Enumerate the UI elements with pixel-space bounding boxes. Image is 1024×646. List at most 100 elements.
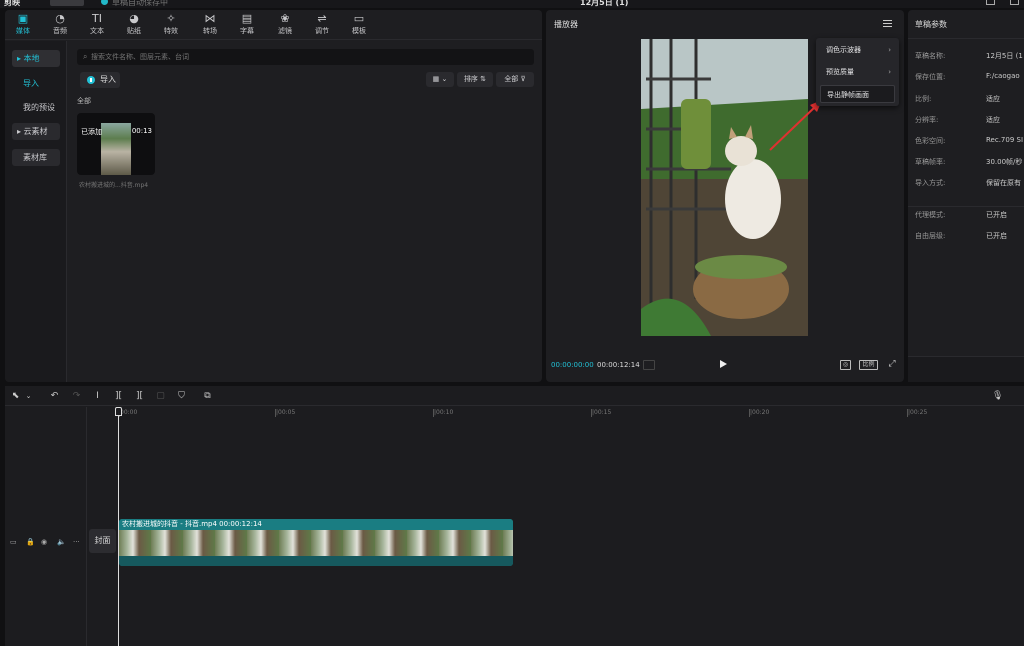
tab-media[interactable]: ▣ 媒体 xyxy=(5,12,41,38)
draft-value: 适应 xyxy=(986,116,1000,124)
draft-footer xyxy=(908,356,1024,382)
split-icon[interactable]: I xyxy=(92,391,103,401)
filter-icon: ⊽ xyxy=(520,75,526,83)
player-context-menu: 调色示波器 › 预览质量 › 导出静帧画面 xyxy=(816,38,899,106)
sort-label: 排序 xyxy=(463,75,478,83)
search-icon: ⌕ xyxy=(83,52,88,61)
volume-icon[interactable]: 🔈 xyxy=(57,538,66,546)
tab-effects[interactable]: ✧ 特效 xyxy=(153,12,189,38)
chevron-down-icon[interactable]: ⌄ xyxy=(23,391,34,401)
chevron-right-icon: › xyxy=(888,68,891,76)
chevron-right-icon: › xyxy=(888,46,891,54)
lock-icon[interactable]: 🔒 xyxy=(26,538,35,546)
expand-icon[interactable]: ⤢ xyxy=(887,360,897,370)
menu-icon[interactable] xyxy=(883,20,892,27)
tab-label: 模板 xyxy=(352,27,366,35)
nav-my-presets[interactable]: 我的预设 xyxy=(12,99,60,116)
tab-label: 字幕 xyxy=(240,27,254,35)
tab-label: 特效 xyxy=(164,27,178,35)
import-button[interactable]: 导入 xyxy=(80,72,120,88)
tab-template[interactable]: ▭ 模板 xyxy=(341,12,377,38)
undo-icon[interactable]: ↶ xyxy=(49,391,60,401)
tab-text[interactable]: TI 文本 xyxy=(79,12,115,38)
layout-icon[interactable] xyxy=(986,0,995,5)
ruler-tick: 00:00 xyxy=(118,409,138,417)
track-video-icon[interactable]: ▭ xyxy=(10,538,17,546)
draft-value: 已开启 xyxy=(986,211,1007,219)
player-title: 播放器 xyxy=(554,20,578,29)
delete-icon[interactable]: ▢ xyxy=(155,391,166,401)
clip-thumbnails xyxy=(119,530,513,556)
current-time: 00:00:00:00 xyxy=(551,361,594,369)
autosave-icon xyxy=(101,0,108,5)
tab-label: 滤镜 xyxy=(278,27,292,35)
nav-local[interactable]: ▸ 本地 xyxy=(12,50,60,67)
draft-key: 自由层级: xyxy=(915,232,946,240)
app-logo: 剪映 xyxy=(4,0,20,7)
video-frame-image xyxy=(641,39,808,336)
search-bar[interactable]: ⌕ xyxy=(77,49,534,65)
timeline-ruler[interactable]: 00:00 |00:05 |00:10 |00:15 |00:20 |00:25 xyxy=(118,407,1024,419)
view-mode-button[interactable]: ▦ ⌄ xyxy=(426,72,454,87)
draft-value: 已开启 xyxy=(986,232,1007,240)
menu-item-preview-quality[interactable]: 预览质量 › xyxy=(820,63,895,81)
draft-value: 12月5日 (1 xyxy=(986,52,1023,60)
draft-key: 比例: xyxy=(915,95,932,103)
fullscreen-frame-icon[interactable]: ◎ xyxy=(840,360,851,370)
ruler-tick: |00:05 xyxy=(274,409,296,417)
tab-filter[interactable]: ❀ 滤镜 xyxy=(267,12,303,38)
nav-import[interactable]: 导入 xyxy=(12,75,60,92)
import-label: 导入 xyxy=(100,75,116,84)
ruler-tick: |00:15 xyxy=(590,409,612,417)
draft-value: F:/caogao xyxy=(986,72,1020,80)
waveform-icon[interactable] xyxy=(643,360,655,370)
tab-subtitle[interactable]: ▤ 字幕 xyxy=(229,12,265,38)
cover-button[interactable]: 封面 xyxy=(89,529,116,553)
thumbnail-image xyxy=(101,123,131,175)
track-header-column xyxy=(5,407,87,646)
tab-label: 转场 xyxy=(203,27,217,35)
microphone-icon[interactable]: 🎙 xyxy=(992,391,1003,401)
video-clip[interactable]: 农村搬进城的抖音 - 抖音.mp4 00:00:12:14 xyxy=(119,519,513,566)
crop-icon[interactable]: ⧉ xyxy=(202,391,213,401)
playhead-line[interactable] xyxy=(118,407,119,646)
audio-icon: ◔ xyxy=(55,12,65,25)
draft-key: 色彩空间: xyxy=(915,137,946,145)
tab-audio[interactable]: ◔ 音频 xyxy=(42,12,78,38)
tab-adjust[interactable]: ⇌ 调节 xyxy=(304,12,340,38)
draft-value: 适应 xyxy=(986,95,1000,103)
nav-library[interactable]: 素材库 xyxy=(12,149,60,166)
trim-right-icon[interactable]: ][ xyxy=(134,391,145,401)
eye-icon[interactable]: ◉ xyxy=(41,538,47,546)
sort-button[interactable]: 排序 ⇅ xyxy=(457,72,493,87)
filter-button[interactable]: 全部 ⊽ xyxy=(496,72,534,87)
trim-left-icon[interactable]: ][ xyxy=(113,391,124,401)
marker-icon[interactable]: ⛉ xyxy=(176,391,187,401)
tab-sticker[interactable]: ◕ 贴纸 xyxy=(116,12,152,38)
media-thumbnail[interactable]: 已添加 00:13 xyxy=(77,113,155,175)
playhead-handle[interactable] xyxy=(115,407,122,416)
search-input[interactable] xyxy=(91,50,511,64)
media-tabs: ▣ 媒体 ◔ 音频 TI 文本 ◕ 贴纸 ✧ 特效 ⋈ 转场 ▤ 字幕 ❀ 滤镜… xyxy=(5,10,542,40)
play-button[interactable] xyxy=(720,360,727,368)
tab-transition[interactable]: ⋈ 转场 xyxy=(192,12,228,38)
subtitle-icon: ▤ xyxy=(241,12,253,25)
menu-item-label: 调色示波器 xyxy=(826,46,861,54)
menu-item-export-still[interactable]: 导出静帧画面 xyxy=(820,85,895,103)
draft-key: 草稿帧率: xyxy=(915,158,946,166)
window-icon[interactable] xyxy=(1010,0,1019,5)
media-filename: 农村搬进城的...抖音.mp4 xyxy=(79,182,149,189)
ratio-button[interactable]: 比例 xyxy=(859,360,878,370)
redo-icon[interactable]: ↷ xyxy=(71,391,82,401)
nav-cloud[interactable]: ▸ 云素材 xyxy=(12,123,60,140)
video-preview[interactable] xyxy=(641,39,808,336)
divider xyxy=(908,38,1024,39)
menu-item-scopes[interactable]: 调色示波器 › xyxy=(820,41,895,59)
adjust-icon: ⇌ xyxy=(317,12,327,25)
menu-button[interactable] xyxy=(50,0,84,6)
select-tool-icon[interactable]: ⬉ xyxy=(10,391,21,401)
more-icon[interactable]: ··· xyxy=(73,538,80,546)
tab-label: 文本 xyxy=(90,27,104,35)
template-icon: ▭ xyxy=(353,12,365,25)
sort-icon: ⇅ xyxy=(480,75,487,83)
